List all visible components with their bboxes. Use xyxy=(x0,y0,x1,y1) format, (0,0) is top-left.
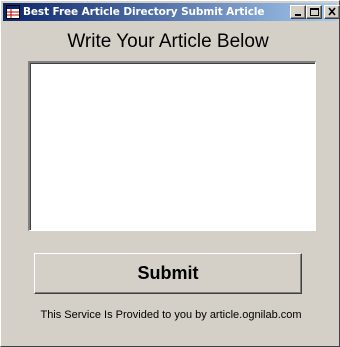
maximize-icon xyxy=(310,8,319,16)
app-window: Best Free Article Directory Submit Artic… xyxy=(0,0,340,347)
minimize-icon xyxy=(295,14,301,16)
article-textarea[interactable] xyxy=(28,61,316,231)
app-icon xyxy=(6,5,20,19)
maximize-button[interactable] xyxy=(306,5,322,19)
footer-credit: This Service Is Provided to you by artic… xyxy=(40,309,302,321)
close-icon xyxy=(328,7,336,16)
submit-button[interactable]: Submit xyxy=(34,253,302,294)
page-title: Write Your Article Below xyxy=(67,31,269,52)
title-bar[interactable]: Best Free Article Directory Submit Artic… xyxy=(3,3,340,21)
minimize-button[interactable] xyxy=(290,5,306,19)
window-title: Best Free Article Directory Submit Artic… xyxy=(23,6,265,18)
close-button[interactable] xyxy=(324,5,340,19)
